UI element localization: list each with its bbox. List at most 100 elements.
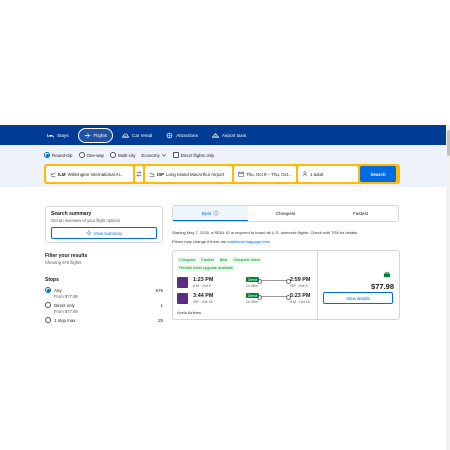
cabin-select[interactable]: Economy — [141, 152, 166, 158]
stop-option-direct[interactable]: Direct only 1 From $77.98 — [45, 302, 163, 314]
stop-count: 676 — [155, 287, 163, 293]
departure-info: ILM · Oct 9 — [193, 283, 211, 288]
direct-only-checkbox[interactable]: Direct flights only — [172, 152, 215, 158]
plane-landing-icon — [149, 172, 155, 177]
badge-cheapest-direct: Cheapest direct — [231, 257, 262, 263]
origin-field[interactable]: ILM Wilmington International Ar... — [46, 166, 133, 182]
plane-takeoff-icon — [50, 172, 56, 177]
direct-badge: Direct — [246, 277, 260, 282]
view-details-button[interactable]: View details — [323, 292, 393, 304]
view-summary-button[interactable]: View summary — [51, 227, 157, 239]
nav-item-stays[interactable]: Stays — [42, 128, 74, 143]
multi-city-radio[interactable]: Multi-city — [110, 152, 135, 158]
destination-field[interactable]: ISP Long Island MacArthur Airport — [145, 166, 232, 182]
person-icon — [302, 171, 308, 177]
scrollbar-thumb[interactable] — [446, 130, 450, 156]
nav-item-label: Stays — [57, 132, 69, 138]
stop-count: 1 — [160, 302, 163, 308]
scrollbar[interactable] — [446, 125, 450, 450]
direct-badge: Direct — [246, 293, 260, 298]
radio-label: Round-trip — [52, 152, 73, 158]
nav-item-airport-taxis[interactable]: Airport taxis — [207, 128, 251, 143]
taxi-icon — [212, 132, 219, 138]
route-line — [257, 294, 292, 301]
info-icon — [213, 210, 219, 216]
round-trip-radio[interactable]: Round-trip — [44, 152, 73, 158]
airline-logo — [177, 293, 188, 304]
car-icon — [122, 133, 129, 138]
arrival: 2:59 PM ISP · Oct 9 — [290, 277, 310, 288]
tab-best[interactable]: Best — [173, 206, 248, 221]
destination-name: Long Island MacArthur Airport — [166, 171, 225, 177]
filter-title: Filter your results — [45, 253, 88, 259]
flight-duration: 1h 36m — [246, 284, 258, 288]
view-summary-label: View summary — [93, 230, 123, 236]
stop-option-any[interactable]: Any 676 From $77.98 — [45, 287, 163, 299]
radio-circle — [45, 317, 51, 323]
notice-text: Prices may change if there are — [172, 239, 227, 244]
chevron-down-icon — [161, 154, 166, 157]
top-nav: Stays Flights Car rental Attractions Air… — [0, 125, 450, 145]
stop-label: 1 stop max — [54, 317, 76, 323]
checkbox-label: Direct flights only — [180, 152, 215, 158]
flight-duration: 1h 39m — [246, 300, 258, 304]
destination-code: ISP — [157, 171, 165, 177]
search-summary-card: Search summary Get an overview of your f… — [45, 206, 163, 243]
plane-icon — [84, 132, 90, 138]
flight-badges: Cheapest Fastest Best Cheapest direct — [177, 257, 262, 263]
swap-button[interactable] — [135, 166, 143, 182]
radio-circle — [45, 302, 51, 308]
stop-option-one-stop[interactable]: 1 stop max 25 — [45, 317, 163, 323]
real-id-notice: Starting May 7, 2025, a REAL ID is requi… — [172, 228, 400, 246]
badge-cheapest: Cheapest — [177, 257, 198, 263]
stop-label: Any — [54, 287, 62, 293]
nav-item-attractions[interactable]: Attractions — [161, 128, 203, 143]
nav-item-label: Flights — [93, 132, 108, 138]
stop-label: Direct only — [54, 302, 75, 308]
arrival-time: 5:23 PM — [290, 293, 311, 299]
departure: 3:44 PM ISP · Oct 16 — [193, 293, 213, 304]
search-button[interactable]: Search — [360, 166, 396, 182]
cabin-value: Economy — [141, 152, 160, 158]
stop-price: From $77.98 — [54, 309, 78, 314]
one-way-radio[interactable]: One-way — [78, 152, 104, 158]
arrival-info: ISP · Oct 9 — [290, 283, 308, 288]
route-line — [257, 278, 292, 285]
baggage-fees-link[interactable]: additional baggage fees — [227, 239, 269, 244]
outbound-leg: 1:23 PM ILM · Oct 9 Direct 1h 36m 2:59 P… — [177, 277, 313, 289]
tab-fastest[interactable]: Fastest — [323, 206, 398, 221]
checkbox-box — [172, 152, 179, 158]
attractions-icon — [166, 132, 173, 138]
radio-circle — [78, 152, 85, 158]
radio-label: Multi-city — [118, 152, 136, 158]
stops-title: Stops — [45, 277, 59, 283]
travelers-value: 1 adult — [310, 171, 324, 177]
radio-circle — [44, 152, 50, 158]
date-field[interactable]: Thu, Oct 9 – Thu, Oct... — [234, 166, 296, 182]
departure-time: 3:44 PM — [193, 293, 214, 299]
tab-cheapest[interactable]: Cheapest — [248, 206, 323, 221]
trip-options: Round-trip One-way Multi-city Economy Di… — [44, 152, 214, 158]
nav-item-flights[interactable]: Flights — [77, 127, 114, 143]
airline-logo — [177, 277, 188, 288]
departure-info: ISP · Oct 16 — [193, 299, 213, 304]
summary-text: Get an overview of your flight options — [51, 218, 120, 223]
swap-icon — [136, 171, 142, 177]
sparkle-icon — [85, 230, 92, 236]
radio-circle — [45, 287, 51, 293]
nav-item-car-rental[interactable]: Car rental — [117, 128, 157, 143]
travelers-field[interactable]: 1 adult — [298, 166, 358, 182]
sort-tabs: Best Cheapest Fastest — [172, 205, 399, 222]
notice-line: Prices may change if there are additiona… — [172, 237, 400, 246]
arrival-time: 2:59 PM — [290, 277, 311, 283]
tab-label: Cheapest — [275, 211, 296, 216]
flex-ticket-badge: Flexible ticket upgrade available — [177, 265, 236, 271]
nav-item-label: Car rental — [132, 132, 153, 138]
tab-label: Fastest — [352, 211, 369, 216]
bed-icon — [47, 133, 54, 138]
departure-time: 1:23 PM — [193, 277, 214, 283]
origin-code: ILM — [58, 171, 66, 177]
stop-count: 25 — [158, 317, 163, 323]
departure: 1:23 PM ILM · Oct 9 — [193, 277, 213, 288]
nav-item-label: Attractions — [176, 132, 198, 138]
